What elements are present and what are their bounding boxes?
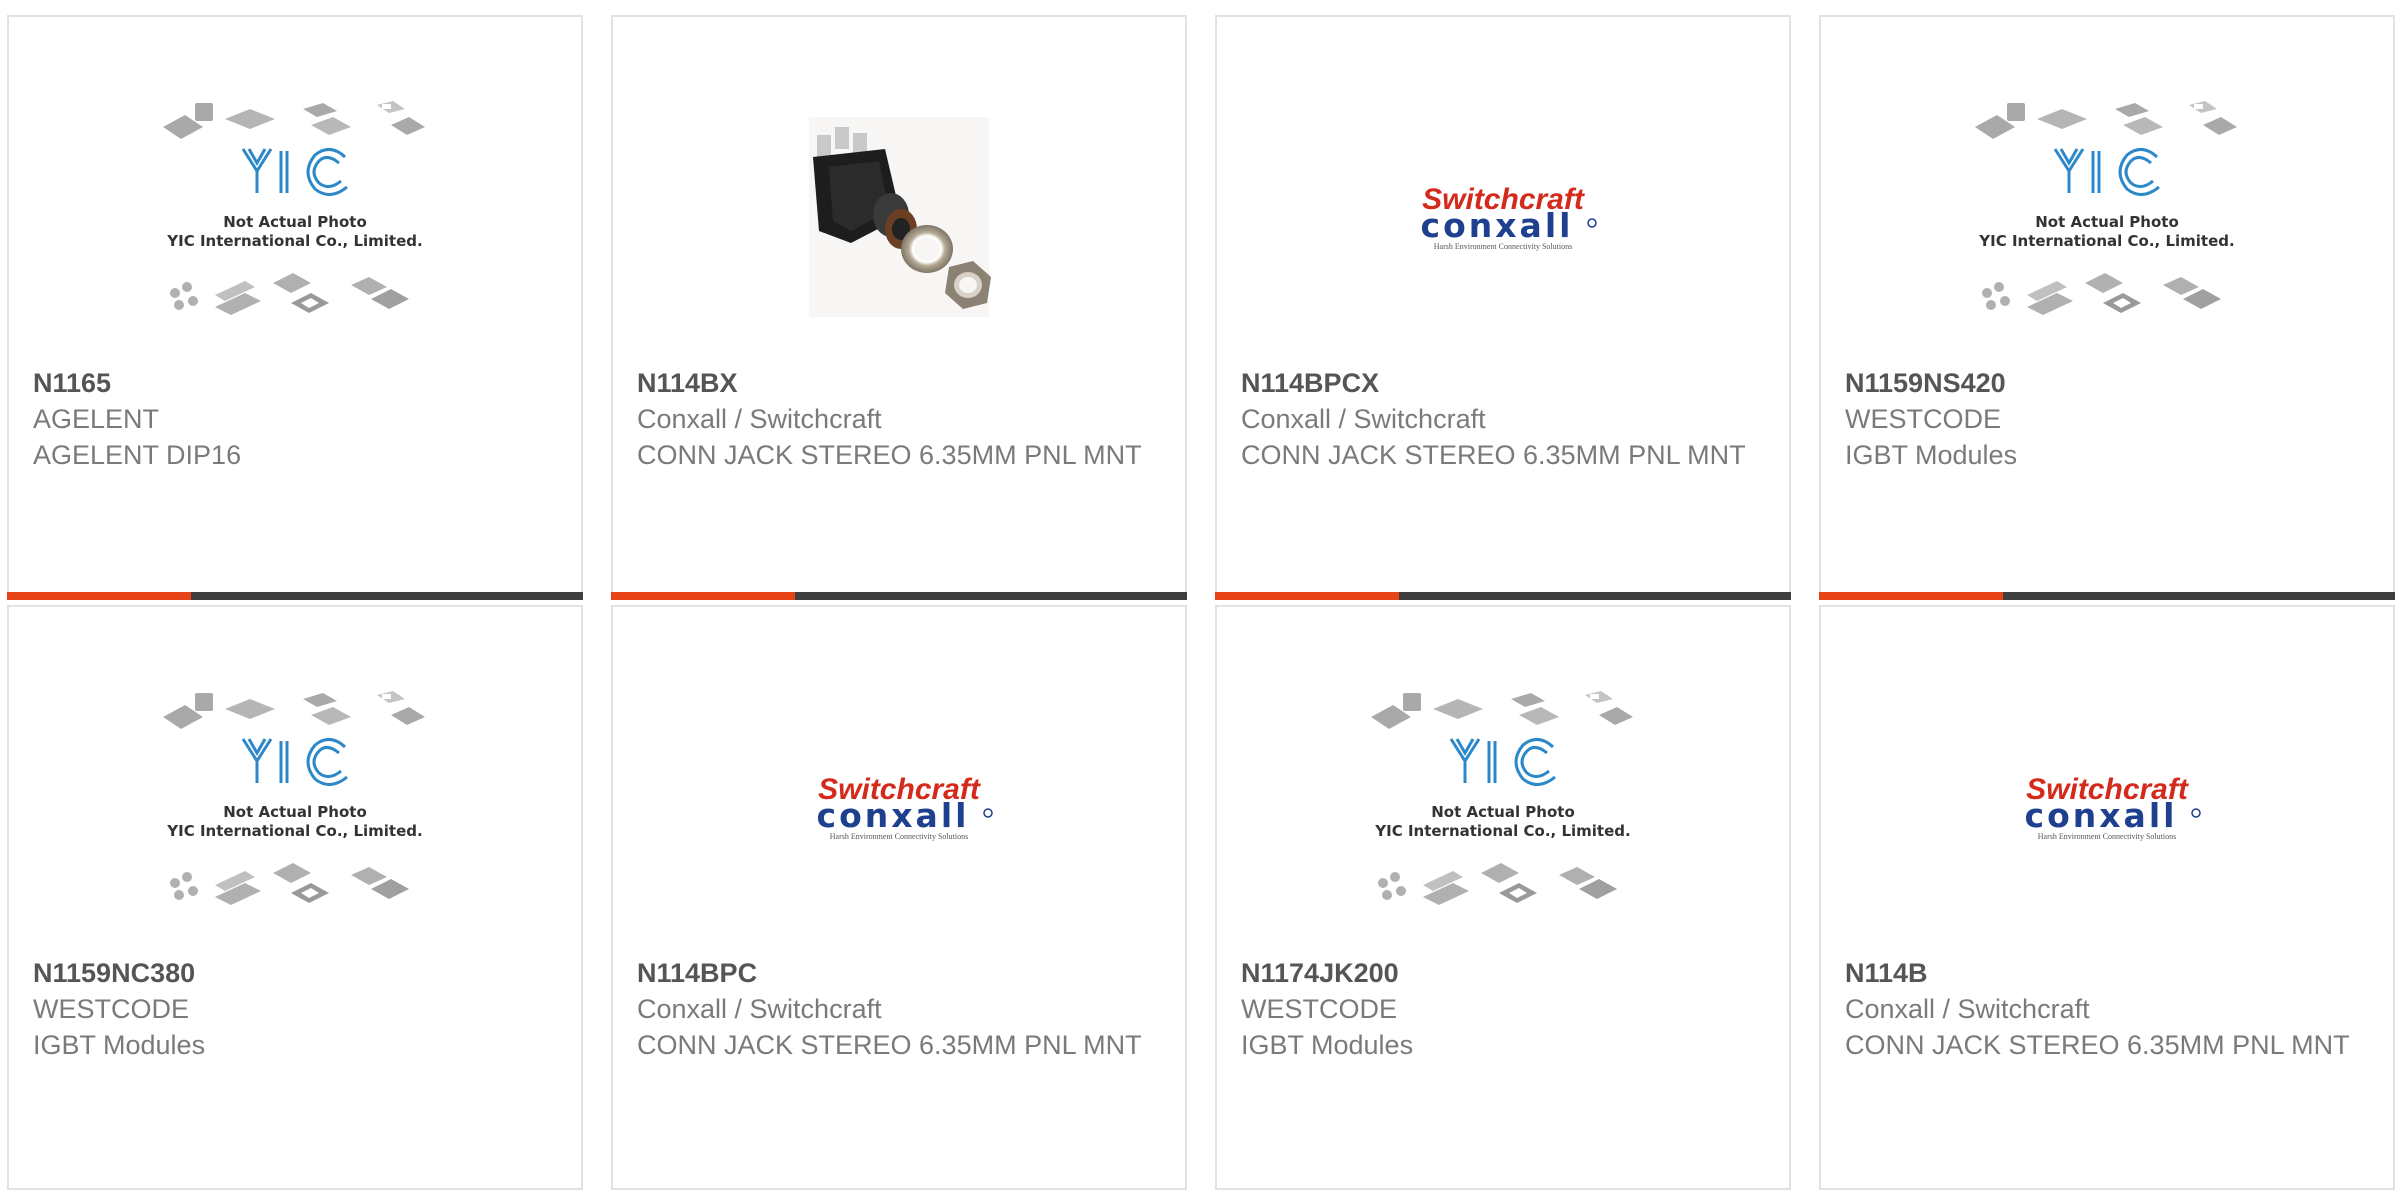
manufacturer: WESTCODE: [33, 994, 190, 1024]
yic-placeholder-image: Not Actual Photo YIC International Co., …: [9, 57, 581, 377]
placeholder-caption-2: YIC International Co., Limited.: [1978, 232, 2234, 250]
manufacturer: Conxall / Switchcraft: [637, 404, 882, 434]
logo-tagline: Harsh Environment Connectivity Solutions: [2038, 832, 2176, 841]
description: IGBT Modules: [33, 1030, 206, 1060]
switchcraft-conxall-logo: Switchcraft conxall Harsh Environment Co…: [1217, 57, 1789, 377]
product-card[interactable]: Switchcraft conxall Harsh Environment Co…: [1215, 15, 1791, 600]
part-number[interactable]: N114BPCX: [1241, 365, 1769, 401]
manufacturer: WESTCODE: [1241, 994, 1398, 1024]
logo-tagline: Harsh Environment Connectivity Solutions: [1434, 242, 1572, 251]
connector-jack-photo: [613, 57, 1185, 377]
logo-tagline: Harsh Environment Connectivity Solutions: [830, 832, 968, 841]
description: CONN JACK STEREO 6.35MM PNL MNT: [637, 440, 1142, 470]
product-card[interactable]: Not Actual Photo YIC International Co., …: [7, 605, 583, 1190]
card-bottom-bar: [611, 592, 1187, 600]
part-number[interactable]: N1159NC380: [33, 955, 561, 991]
card-bottom-bar: [7, 592, 583, 600]
description: AGELENT DIP16: [33, 440, 242, 470]
manufacturer: Conxall / Switchcraft: [1845, 994, 2090, 1024]
yic-placeholder-image: Not Actual Photo YIC International Co., …: [1821, 57, 2393, 377]
product-card[interactable]: N114BX Conxall / Switchcraft CONN JACK S…: [611, 15, 1187, 600]
logo-conxall: conxall: [817, 796, 970, 835]
product-card[interactable]: Not Actual Photo YIC International Co., …: [1215, 605, 1791, 1190]
switchcraft-conxall-logo: Switchcraft conxall Harsh Environment Co…: [613, 647, 1185, 967]
placeholder-caption-2: YIC International Co., Limited.: [166, 822, 422, 840]
description: IGBT Modules: [1241, 1030, 1414, 1060]
placeholder-caption-1: Not Actual Photo: [223, 803, 367, 821]
accent-stripe: [1215, 592, 1399, 600]
card-bottom-bar: [1215, 592, 1791, 600]
product-card[interactable]: Not Actual Photo YIC International Co., …: [7, 15, 583, 600]
manufacturer: Conxall / Switchcraft: [637, 994, 882, 1024]
card-bottom-bar: [1819, 592, 2395, 600]
part-number[interactable]: N1174JK200: [1241, 955, 1769, 991]
accent-stripe: [611, 592, 795, 600]
placeholder-caption-1: Not Actual Photo: [2035, 213, 2179, 231]
part-number[interactable]: N1165: [33, 365, 561, 401]
manufacturer: AGELENT: [33, 404, 160, 434]
logo-conxall: conxall: [1421, 206, 1574, 245]
placeholder-caption-2: YIC International Co., Limited.: [166, 232, 422, 250]
part-number[interactable]: N1159NS420: [1845, 365, 2373, 401]
manufacturer: Conxall / Switchcraft: [1241, 404, 1486, 434]
product-card[interactable]: Switchcraft conxall Harsh Environment Co…: [1819, 605, 2395, 1190]
description: CONN JACK STEREO 6.35MM PNL MNT: [637, 1030, 1142, 1060]
accent-stripe: [1819, 592, 2003, 600]
placeholder-caption-2: YIC International Co., Limited.: [1374, 822, 1630, 840]
accent-stripe: [7, 592, 191, 600]
product-card[interactable]: Switchcraft conxall Harsh Environment Co…: [611, 605, 1187, 1190]
switchcraft-conxall-logo: Switchcraft conxall Harsh Environment Co…: [1821, 647, 2393, 967]
part-number[interactable]: N114B: [1845, 955, 2373, 991]
part-number[interactable]: N114BPC: [637, 955, 1165, 991]
placeholder-caption-1: Not Actual Photo: [1431, 803, 1575, 821]
yic-placeholder-image: Not Actual Photo YIC International Co., …: [1217, 647, 1789, 967]
description: IGBT Modules: [1845, 440, 2018, 470]
manufacturer: WESTCODE: [1845, 404, 2002, 434]
placeholder-caption-1: Not Actual Photo: [223, 213, 367, 231]
yic-placeholder-image: Not Actual Photo YIC International Co., …: [9, 647, 581, 967]
logo-conxall: conxall: [2025, 796, 2178, 835]
description: CONN JACK STEREO 6.35MM PNL MNT: [1241, 440, 1746, 470]
part-number[interactable]: N114BX: [637, 365, 1165, 401]
description: CONN JACK STEREO 6.35MM PNL MNT: [1845, 1030, 2350, 1060]
product-card[interactable]: Not Actual Photo YIC International Co., …: [1819, 15, 2395, 600]
